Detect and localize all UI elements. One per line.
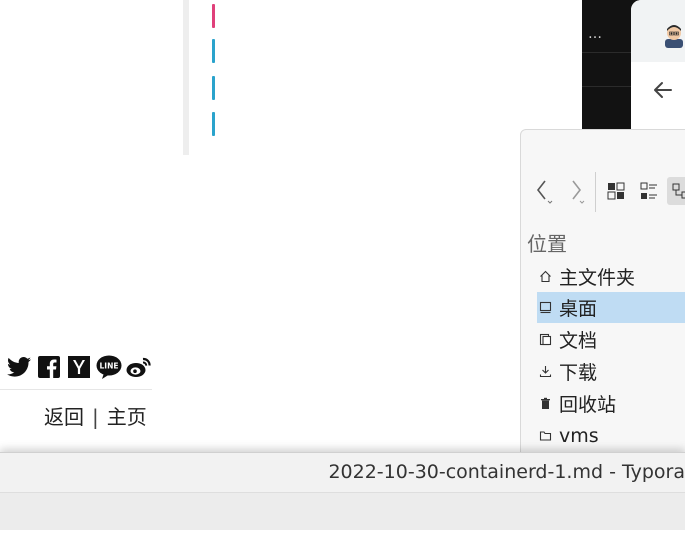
place-label: vms [559,424,599,447]
download-icon [537,362,559,382]
back-link[interactable]: 返回 [44,405,84,429]
places-section-label: 位置 [527,232,567,256]
place-home[interactable]: 主文件夹 [537,261,685,292]
browser-window [631,0,685,140]
place-trash[interactable]: 回收站 [537,388,685,419]
footer-separator: | [92,405,99,429]
footer-divider [0,389,152,390]
editor-gutter [183,0,189,155]
trash-icon [537,394,559,414]
twitter-icon[interactable] [6,354,32,380]
dialog-toolbar [521,170,685,220]
weibo-icon[interactable] [126,354,152,380]
place-desktop[interactable]: 桌面 [537,292,685,323]
place-vms[interactable]: vms [537,420,685,451]
place-label: 文档 [559,330,598,352]
icon-view-icon[interactable] [602,177,630,205]
background-divider [582,86,632,87]
place-label: 桌面 [559,298,598,320]
window-title-bar[interactable]: 2022-10-30-containerd-1.md - Typora [0,452,685,493]
background-divider [582,52,632,53]
home-icon [537,267,559,287]
svg-text:LINE: LINE [100,362,119,371]
overflow-menu-button[interactable]: … [588,26,603,42]
line-marker-blue [212,76,215,100]
place-label: 下载 [559,362,598,384]
detail-view-icon[interactable] [635,177,663,205]
social-share-bar: LINE [6,354,152,380]
profile-avatar-icon[interactable] [662,22,685,48]
file-chooser-dialog: 位置 主文件夹 桌面 文档 下载 回收站 vms [520,129,685,461]
documents-icon [537,330,559,350]
line-marker-blue [212,39,215,63]
desktop-icon [537,298,559,318]
bottom-panel [0,492,685,531]
nav-back-button[interactable] [529,177,557,205]
hacker-news-icon[interactable] [66,354,92,380]
place-documents[interactable]: 文档 [537,324,685,355]
line-icon[interactable]: LINE [96,354,122,380]
facebook-icon[interactable] [36,354,62,380]
bottom-margin [0,530,685,537]
home-link[interactable]: 主页 [107,405,147,429]
toolbar-separator [595,172,596,212]
document-page: LINE 返回 | 主页 [0,0,582,452]
window-title: 2022-10-30-containerd-1.md - Typora [328,461,685,483]
folder-icon [537,426,559,446]
line-marker-blue [212,112,215,136]
line-marker-pink [212,4,215,28]
place-label: 回收站 [559,394,617,416]
place-label: 主文件夹 [559,267,636,289]
nav-forward-button[interactable] [563,177,591,205]
footer-nav: 返回 | 主页 [44,401,147,430]
place-downloads[interactable]: 下载 [537,356,685,387]
back-arrow-icon[interactable] [651,78,675,102]
tree-view-icon[interactable] [667,177,685,205]
